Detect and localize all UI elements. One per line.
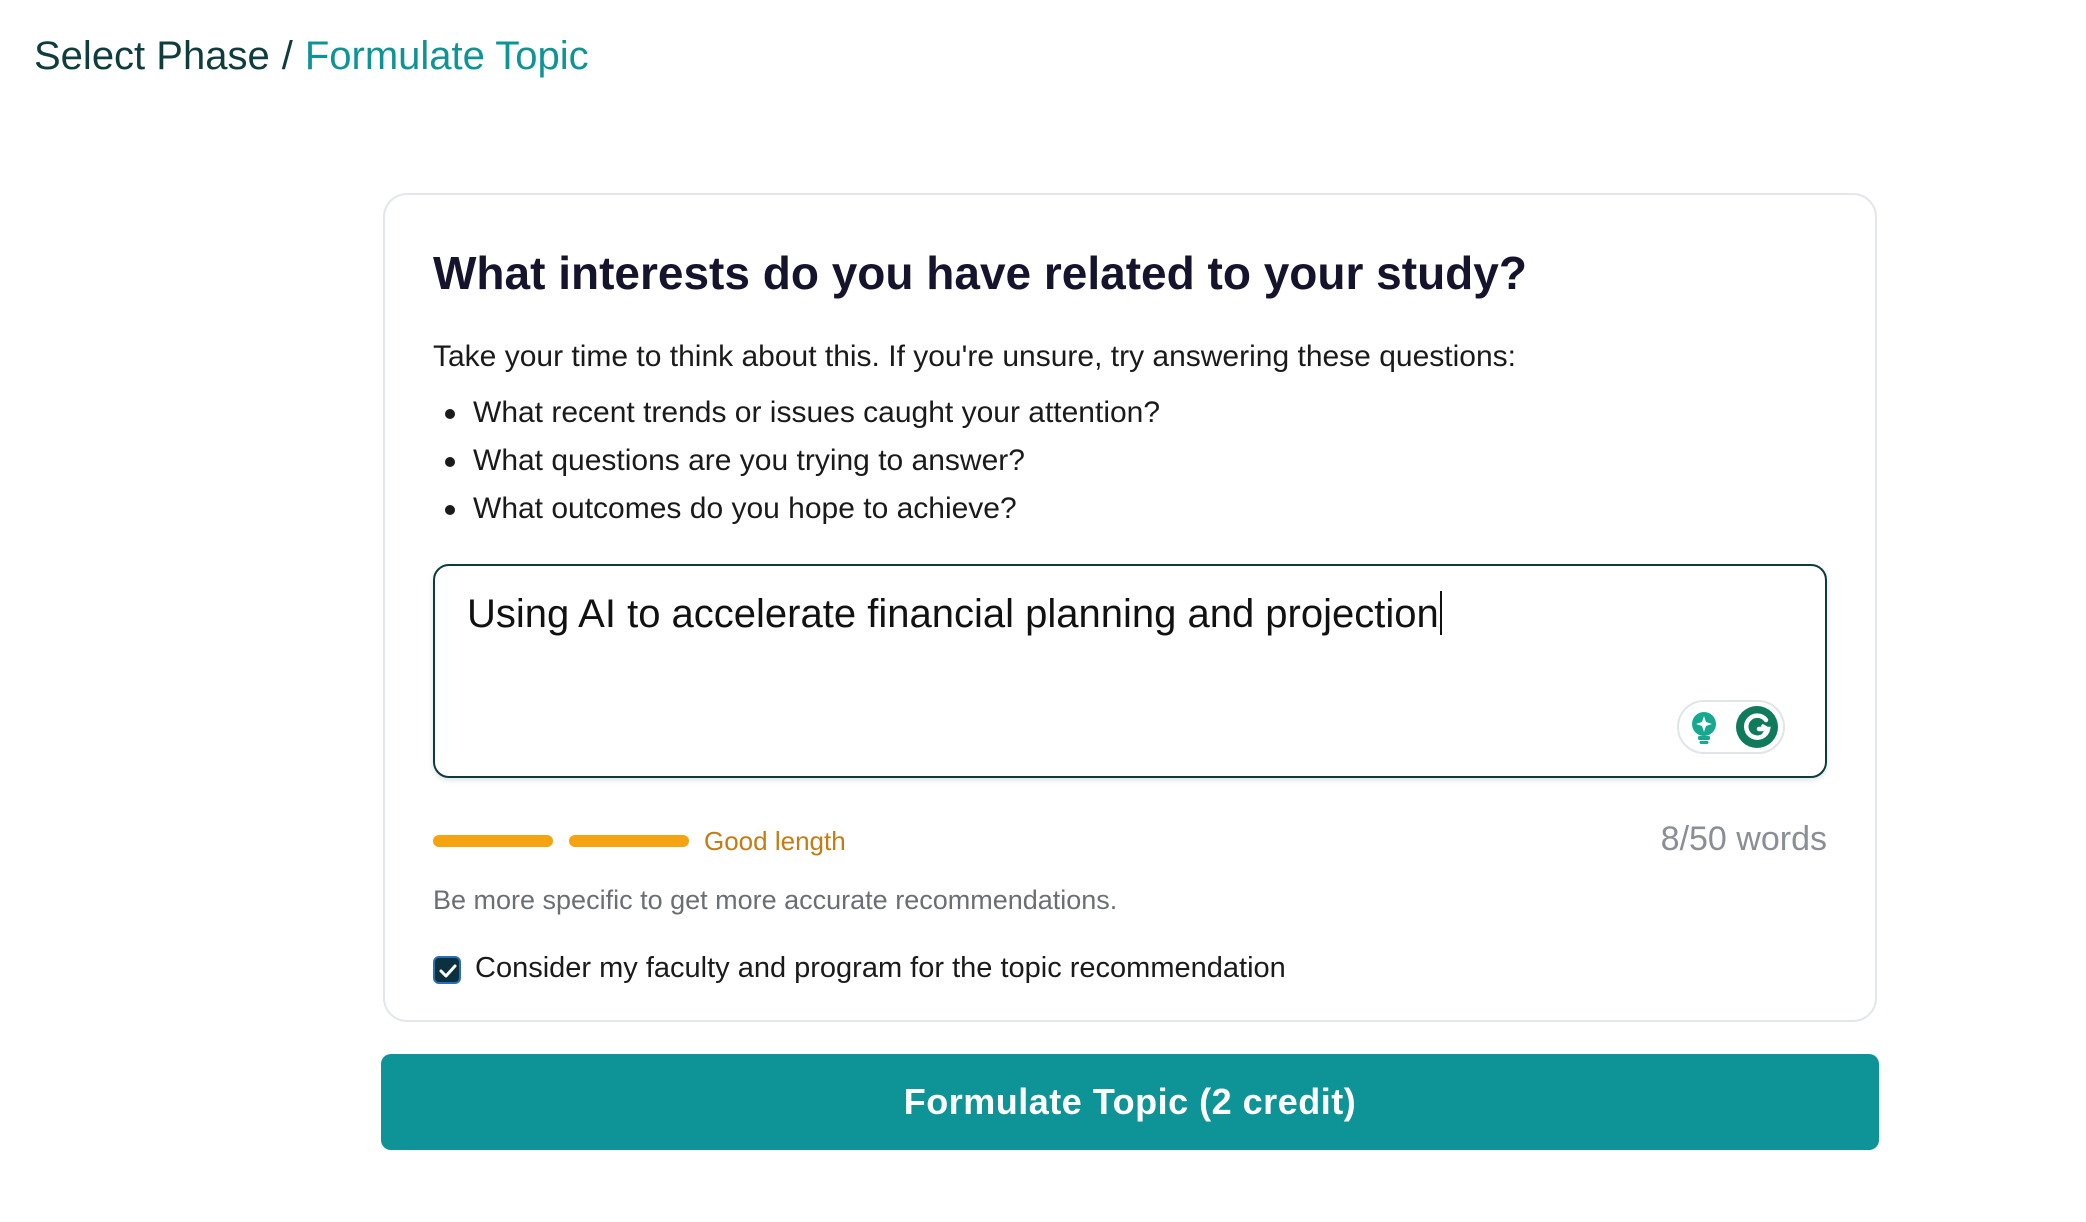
breadcrumb-current: Formulate Topic xyxy=(304,34,589,78)
lightbulb-icon[interactable] xyxy=(1687,710,1721,746)
breadcrumb-select-phase[interactable]: Select Phase xyxy=(34,34,270,78)
breadcrumb: Select Phase / Formulate Topic xyxy=(34,30,589,82)
length-bar-segment xyxy=(569,835,689,847)
interest-textarea-value[interactable]: Using AI to accelerate financial plannin… xyxy=(467,588,1442,640)
grammarly-icon[interactable] xyxy=(1735,705,1779,749)
bullet-icon xyxy=(445,505,455,515)
hint-text: What outcomes do you hope to achieve? xyxy=(473,492,1017,525)
interest-textarea[interactable]: Using AI to accelerate financial plannin… xyxy=(433,564,1827,778)
interest-textarea-text: Using AI to accelerate financial plannin… xyxy=(467,592,1439,636)
bullet-icon xyxy=(445,409,455,419)
faculty-program-checkbox[interactable] xyxy=(433,956,461,984)
formulate-topic-button[interactable]: Formulate Topic (2 credit) xyxy=(381,1054,1879,1150)
hint-text: What recent trends or issues caught your… xyxy=(473,396,1161,429)
grammarly-widget[interactable] xyxy=(1677,700,1785,754)
hint-item: What outcomes do you hope to achieve? xyxy=(433,489,1160,537)
text-caret xyxy=(1439,591,1442,635)
length-status: Good length xyxy=(704,826,846,856)
question-title: What interests do you have related to yo… xyxy=(433,247,1527,299)
breadcrumb-separator: / xyxy=(281,34,293,78)
hint-list: What recent trends or issues caught your… xyxy=(433,393,1160,537)
faculty-program-checkbox-label[interactable]: Consider my faculty and program for the … xyxy=(475,949,1286,987)
bullet-icon xyxy=(445,457,455,467)
checkmark-icon xyxy=(439,964,457,978)
specificity-hint: Be more specific to get more accurate re… xyxy=(433,885,1118,915)
hint-item: What questions are you trying to answer? xyxy=(433,441,1160,489)
question-intro: Take your time to think about this. If y… xyxy=(433,340,1516,373)
topic-form-card: What interests do you have related to yo… xyxy=(383,193,1877,1022)
word-count: 8/50 words xyxy=(1660,820,1827,858)
length-bar-segment xyxy=(433,835,553,847)
hint-item: What recent trends or issues caught your… xyxy=(433,393,1160,441)
hint-text: What questions are you trying to answer? xyxy=(473,444,1025,477)
